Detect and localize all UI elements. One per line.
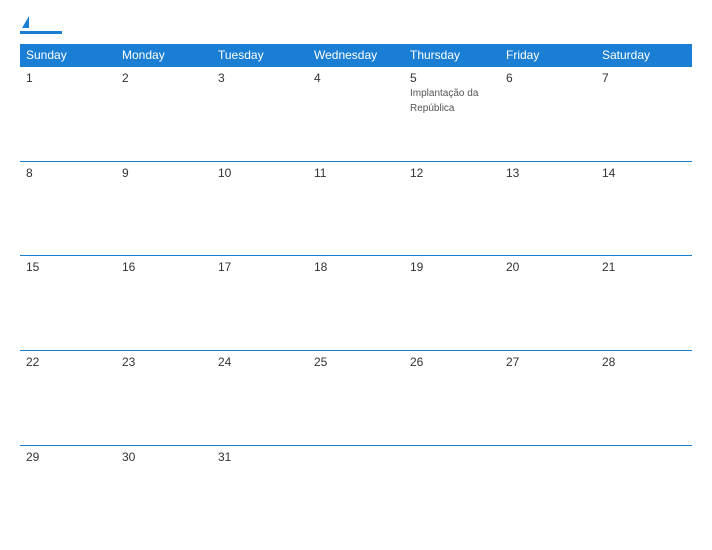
calendar-day-cell: 2 bbox=[116, 67, 212, 162]
day-number: 3 bbox=[218, 71, 302, 85]
day-number: 11 bbox=[314, 166, 398, 180]
calendar-day-cell: 22 bbox=[20, 351, 116, 446]
calendar-day-cell: 13 bbox=[500, 161, 596, 256]
day-number: 29 bbox=[26, 450, 110, 464]
day-number: 18 bbox=[314, 260, 398, 274]
calendar-day-cell bbox=[500, 445, 596, 540]
calendar-header bbox=[20, 16, 692, 34]
calendar-day-cell: 8 bbox=[20, 161, 116, 256]
day-number: 27 bbox=[506, 355, 590, 369]
weekday-header-cell: Saturday bbox=[596, 44, 692, 67]
calendar-day-cell: 1 bbox=[20, 67, 116, 162]
day-number: 20 bbox=[506, 260, 590, 274]
day-number: 7 bbox=[602, 71, 686, 85]
day-number: 30 bbox=[122, 450, 206, 464]
holiday-label: Implantação da República bbox=[410, 88, 478, 114]
day-number: 2 bbox=[122, 71, 206, 85]
weekday-header-cell: Friday bbox=[500, 44, 596, 67]
day-number: 10 bbox=[218, 166, 302, 180]
calendar-week-row: 15 16 17 18 19 20 21 bbox=[20, 256, 692, 351]
logo-text bbox=[20, 16, 29, 29]
day-number: 17 bbox=[218, 260, 302, 274]
calendar-day-cell: 26 bbox=[404, 351, 500, 446]
calendar-week-row: 89 10 11 12 13 14 bbox=[20, 161, 692, 256]
calendar-page: SundayMondayTuesdayWednesdayThursdayFrid… bbox=[0, 0, 712, 550]
day-number: 25 bbox=[314, 355, 398, 369]
day-number: 1 bbox=[26, 71, 110, 85]
day-number: 22 bbox=[26, 355, 110, 369]
calendar-day-cell: 17 bbox=[212, 256, 308, 351]
calendar-day-cell: 4 bbox=[308, 67, 404, 162]
day-number: 19 bbox=[410, 260, 494, 274]
calendar-week-row: 29 30 31 bbox=[20, 445, 692, 540]
day-number: 31 bbox=[218, 450, 302, 464]
calendar-day-cell bbox=[596, 445, 692, 540]
calendar-body: 12345Implantação da República67891011121… bbox=[20, 67, 692, 541]
calendar-day-cell: 16 bbox=[116, 256, 212, 351]
weekday-header-cell: Wednesday bbox=[308, 44, 404, 67]
day-number: 23 bbox=[122, 355, 206, 369]
logo-line2 bbox=[20, 29, 64, 34]
day-number: 4 bbox=[314, 71, 398, 85]
calendar-day-cell: 25 bbox=[308, 351, 404, 446]
weekday-header-cell: Thursday bbox=[404, 44, 500, 67]
calendar-day-cell: 10 bbox=[212, 161, 308, 256]
calendar-header-row: SundayMondayTuesdayWednesdayThursdayFrid… bbox=[20, 44, 692, 67]
day-number: 16 bbox=[122, 260, 206, 274]
calendar-day-cell: 21 bbox=[596, 256, 692, 351]
calendar-day-cell: 30 bbox=[116, 445, 212, 540]
calendar-day-cell: 23 bbox=[116, 351, 212, 446]
day-number: 6 bbox=[506, 71, 590, 85]
calendar-day-cell: 20 bbox=[500, 256, 596, 351]
calendar-week-row: 22 23 24 25 26 27 28 bbox=[20, 351, 692, 446]
weekday-header-cell: Sunday bbox=[20, 44, 116, 67]
calendar-week-row: 12345 Implantação da República 67 bbox=[20, 67, 692, 162]
calendar-day-cell: 6 bbox=[500, 67, 596, 162]
calendar-day-cell: 11 bbox=[308, 161, 404, 256]
weekday-header-row: SundayMondayTuesdayWednesdayThursdayFrid… bbox=[20, 44, 692, 67]
calendar-day-cell: 5 Implantação da República bbox=[404, 67, 500, 162]
calendar-day-cell: 12 bbox=[404, 161, 500, 256]
day-number: 24 bbox=[218, 355, 302, 369]
day-number: 5 bbox=[410, 71, 494, 85]
calendar-day-cell: 29 bbox=[20, 445, 116, 540]
day-number: 21 bbox=[602, 260, 686, 274]
weekday-header-cell: Monday bbox=[116, 44, 212, 67]
calendar-day-cell: 9 bbox=[116, 161, 212, 256]
logo bbox=[20, 16, 64, 34]
day-number: 13 bbox=[506, 166, 590, 180]
calendar-day-cell: 31 bbox=[212, 445, 308, 540]
calendar-day-cell bbox=[308, 445, 404, 540]
calendar-day-cell: 7 bbox=[596, 67, 692, 162]
calendar-day-cell: 19 bbox=[404, 256, 500, 351]
calendar-day-cell: 28 bbox=[596, 351, 692, 446]
weekday-header-cell: Tuesday bbox=[212, 44, 308, 67]
day-number: 14 bbox=[602, 166, 686, 180]
day-number: 28 bbox=[602, 355, 686, 369]
day-number: 8 bbox=[26, 166, 110, 180]
calendar-day-cell: 18 bbox=[308, 256, 404, 351]
day-number: 15 bbox=[26, 260, 110, 274]
calendar-day-cell: 24 bbox=[212, 351, 308, 446]
calendar-day-cell bbox=[404, 445, 500, 540]
calendar-day-cell: 15 bbox=[20, 256, 116, 351]
day-number: 26 bbox=[410, 355, 494, 369]
calendar-day-cell: 27 bbox=[500, 351, 596, 446]
calendar-day-cell: 14 bbox=[596, 161, 692, 256]
calendar-day-cell: 3 bbox=[212, 67, 308, 162]
day-number: 9 bbox=[122, 166, 206, 180]
logo-triangle-icon bbox=[22, 16, 29, 28]
day-number: 12 bbox=[410, 166, 494, 180]
calendar-table: SundayMondayTuesdayWednesdayThursdayFrid… bbox=[20, 44, 692, 540]
logo-blue-bar bbox=[20, 31, 62, 34]
